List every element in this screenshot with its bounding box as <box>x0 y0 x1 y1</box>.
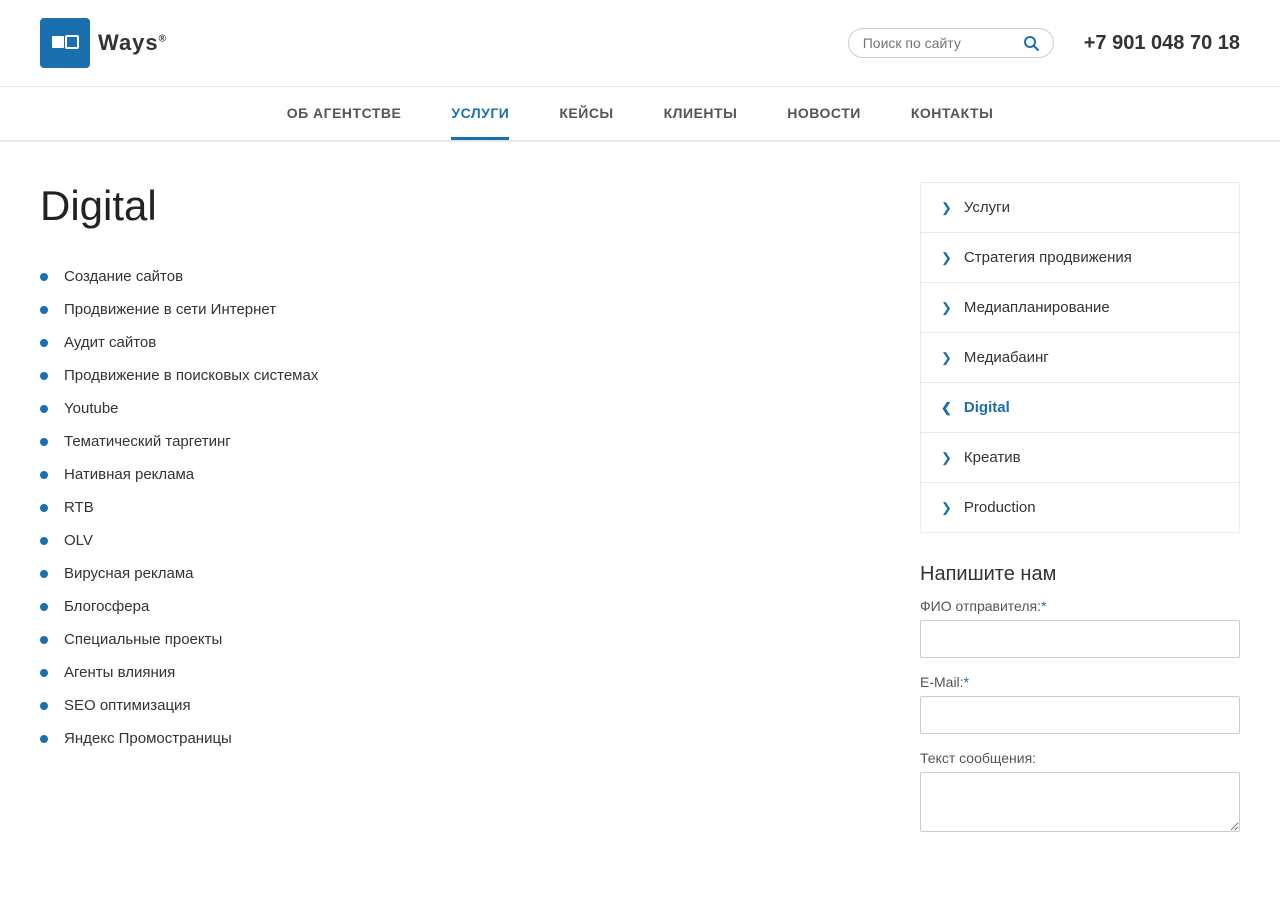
logo-icon <box>40 18 90 68</box>
nav-item-services[interactable]: УСЛУГИ <box>451 105 509 140</box>
nav-item-about[interactable]: ОБ АГЕНТСТВЕ <box>287 105 402 140</box>
search-box <box>848 28 1054 58</box>
list-item: Блогосфера <box>40 590 880 623</box>
name-label: ФИО отправителя:* <box>920 598 1240 614</box>
sidebar-nav-item[interactable]: Услуги <box>921 183 1239 233</box>
email-input[interactable] <box>920 696 1240 734</box>
chevron-right-icon <box>941 300 952 316</box>
sidebar-nav-label: Медиабаинг <box>964 349 1049 366</box>
sidebar-nav-label: Медиапланирование <box>964 299 1110 316</box>
logo-text: Ways® <box>98 30 167 56</box>
email-label: E-Mail:* <box>920 674 1240 690</box>
content-area: Digital Создание сайтовПродвижение в сет… <box>40 182 880 836</box>
chevron-right-icon <box>941 250 952 266</box>
header-right: +7 901 048 70 18 <box>848 28 1240 58</box>
sidebar-nav-item[interactable]: Медиабаинг <box>921 333 1239 383</box>
sidebar-nav-label: Креатив <box>964 449 1021 466</box>
list-item: Тематический таргетинг <box>40 425 880 458</box>
list-item: Продвижение в поисковых системах <box>40 359 880 392</box>
list-item: Аудит сайтов <box>40 326 880 359</box>
contact-form: Напишите нам ФИО отправителя:* E-Mail:* … <box>920 563 1240 836</box>
list-item: Нативная реклама <box>40 458 880 491</box>
nav-item-news[interactable]: НОВОСТИ <box>787 105 861 140</box>
list-item: Создание сайтов <box>40 260 880 293</box>
nav-item-clients[interactable]: КЛИЕНТЫ <box>664 105 738 140</box>
chevron-right-icon <box>941 350 952 366</box>
list-item: Youtube <box>40 392 880 425</box>
sidebar-nav-item[interactable]: Digital <box>921 383 1239 433</box>
sidebar-nav-label: Production <box>964 499 1036 516</box>
list-item: Специальные проекты <box>40 623 880 656</box>
sidebar-nav-item[interactable]: Production <box>921 483 1239 532</box>
sidebar-nav-item[interactable]: Стратегия продвижения <box>921 233 1239 283</box>
list-item: Продвижение в сети Интернет <box>40 293 880 326</box>
chevron-right-icon <box>941 500 952 516</box>
chevron-right-icon <box>941 450 952 466</box>
list-item: RTB <box>40 491 880 524</box>
sidebar: Услуги Стратегия продвижения Медиапланиров… <box>920 182 1240 836</box>
sidebar-nav-label: Digital <box>964 399 1010 416</box>
list-item: Вирусная реклама <box>40 557 880 590</box>
list-item: SEO оптимизация <box>40 689 880 722</box>
message-textarea[interactable] <box>920 772 1240 832</box>
sidebar-nav-item[interactable]: Медиапланирование <box>921 283 1239 333</box>
list-item: Яндекс Промостраницы <box>40 722 880 755</box>
phone-number: +7 901 048 70 18 <box>1084 32 1240 55</box>
form-title: Напишите нам <box>920 563 1240 586</box>
sidebar-nav-item[interactable]: Креатив <box>921 433 1239 483</box>
main-nav: ОБ АГЕНТСТВЕ УСЛУГИ КЕЙСЫ КЛИЕНТЫ НОВОСТ… <box>0 87 1280 142</box>
chevron-right-icon <box>941 200 952 216</box>
search-button[interactable] <box>1023 35 1039 51</box>
sidebar-nav: Услуги Стратегия продвижения Медиапланиров… <box>920 182 1240 533</box>
page-title: Digital <box>40 182 880 230</box>
list-item: Агенты влияния <box>40 656 880 689</box>
list-item: OLV <box>40 524 880 557</box>
logo: Ways® <box>40 18 167 68</box>
nav-item-cases[interactable]: КЕЙСЫ <box>559 105 613 140</box>
services-list: Создание сайтовПродвижение в сети Интерн… <box>40 260 880 755</box>
sidebar-nav-label: Стратегия продвижения <box>964 249 1132 266</box>
chevron-left-icon <box>941 400 952 416</box>
message-label: Текст сообщения: <box>920 750 1240 766</box>
sidebar-nav-label: Услуги <box>964 199 1010 216</box>
main-container: Digital Создание сайтовПродвижение в сет… <box>0 142 1280 876</box>
name-input[interactable] <box>920 620 1240 658</box>
search-input[interactable] <box>863 35 1023 51</box>
header: Ways® +7 901 048 70 18 <box>0 0 1280 87</box>
nav-item-contacts[interactable]: КОНТАКТЫ <box>911 105 993 140</box>
